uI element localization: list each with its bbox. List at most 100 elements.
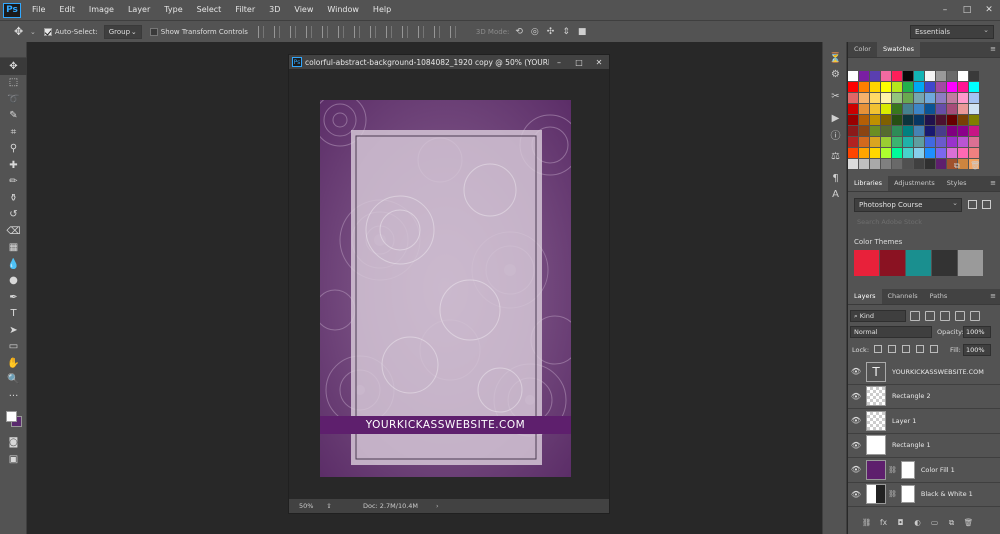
show-transform-checkbox[interactable] (149, 27, 158, 36)
color-swatch[interactable] (881, 104, 891, 114)
tool-preset-chevron-icon[interactable]: ⌄ (30, 28, 36, 36)
3d-scale-icon[interactable]: ■ (578, 27, 587, 37)
panel-menu-icon[interactable]: ≡ (990, 45, 996, 53)
new-group-icon[interactable]: ▭ (926, 518, 943, 528)
doc-close-button[interactable]: ✕ (589, 58, 609, 67)
healing-brush-tool-icon[interactable]: ✚ (0, 157, 27, 174)
type-tool-icon[interactable]: T (0, 306, 27, 323)
filter-adjustment-icon[interactable] (925, 311, 935, 321)
layer-row[interactable]: 👁 Layer 1 (848, 409, 1000, 434)
color-swatch[interactable] (936, 93, 946, 103)
color-swatch[interactable] (947, 93, 957, 103)
tab-color[interactable]: Color (848, 41, 877, 57)
quick-mask-icon[interactable]: ◙ (0, 435, 27, 452)
theme-color-5[interactable] (958, 250, 983, 276)
fill-input[interactable]: 100% (963, 344, 991, 356)
swatch-new-icon[interactable]: ⧉ (954, 161, 960, 171)
color-swatch[interactable] (870, 71, 880, 81)
color-swatch[interactable] (881, 159, 891, 169)
library-dropdown[interactable]: Photoshop Course (854, 197, 962, 212)
color-swatch[interactable] (914, 148, 924, 158)
lock-position-icon[interactable] (902, 345, 910, 353)
character-icon[interactable]: A (823, 186, 848, 202)
lock-transparent-icon[interactable] (874, 345, 882, 353)
panel-menu-icon[interactable]: ≡ (990, 292, 996, 300)
color-swatch[interactable] (859, 115, 869, 125)
status-menu-arrow-icon[interactable]: › (436, 502, 439, 510)
3d-roll-icon[interactable]: ◎ (531, 27, 539, 37)
color-swatch[interactable] (958, 126, 968, 136)
distribute-hcenter-icon[interactable] (418, 25, 424, 38)
filter-shape-icon[interactable] (955, 311, 965, 321)
gradient-tool-icon[interactable]: ▦ (0, 240, 27, 257)
color-swatch[interactable] (925, 82, 935, 92)
eyedropper-tool-icon[interactable]: ⚲ (0, 141, 27, 158)
list-view-icon[interactable] (982, 200, 991, 209)
opacity-input[interactable]: 100% (963, 326, 991, 338)
align-hcenter-icon[interactable] (322, 25, 328, 38)
menu-type[interactable]: Type (157, 0, 189, 20)
blend-mode-dropdown[interactable]: Normal (850, 326, 932, 338)
color-swatch[interactable] (947, 148, 957, 158)
distribute-left-icon[interactable] (402, 25, 408, 38)
color-swatch[interactable] (914, 115, 924, 125)
grid-view-icon[interactable] (968, 200, 977, 209)
brush-tool-icon[interactable]: ✏ (0, 174, 27, 191)
menu-file[interactable]: File (25, 0, 52, 20)
color-swatch[interactable] (925, 104, 935, 114)
tab-adjustments[interactable]: Adjustments (888, 175, 941, 191)
layer-row[interactable]: 👁 Rectangle 2 (848, 384, 1000, 409)
color-swatch[interactable] (892, 159, 902, 169)
color-swatch[interactable] (859, 148, 869, 158)
color-swatch[interactable] (892, 82, 902, 92)
visibility-eye-icon[interactable]: 👁 (848, 490, 864, 499)
align-bottom-icon[interactable] (290, 25, 296, 38)
color-swatch[interactable] (958, 71, 968, 81)
workspace-dropdown[interactable]: Essentials (910, 24, 994, 39)
color-swatch[interactable] (903, 71, 913, 81)
color-swatch[interactable] (914, 82, 924, 92)
share-icon[interactable]: ⇪ (323, 502, 335, 510)
color-swatch[interactable] (958, 148, 968, 158)
layer-filter-kind[interactable]: ⌕ Kind (850, 310, 906, 322)
path-selection-tool-icon[interactable]: ➤ (0, 322, 27, 339)
new-layer-icon[interactable]: ⧉ (943, 518, 960, 528)
theme-color-2[interactable] (880, 250, 905, 276)
marquee-tool-icon[interactable]: ⬚ (0, 75, 27, 92)
toolbar-grip[interactable] (0, 42, 26, 58)
tab-libraries[interactable]: Libraries (848, 175, 889, 191)
color-swatch[interactable] (881, 115, 891, 125)
doc-maximize-button[interactable]: □ (569, 58, 589, 67)
delete-layer-icon[interactable]: 🗑 (960, 518, 977, 528)
color-swatch[interactable] (958, 93, 968, 103)
move-tool-icon[interactable]: ✥ (0, 58, 27, 75)
color-swatch[interactable] (903, 126, 913, 136)
color-swatch[interactable] (881, 148, 891, 158)
color-swatch[interactable] (969, 137, 979, 147)
color-swatch[interactable] (870, 115, 880, 125)
filter-type-icon[interactable] (940, 311, 950, 321)
color-swatch[interactable] (848, 71, 858, 81)
lock-all-icon[interactable] (930, 345, 938, 353)
actions-icon[interactable]: ▶ (823, 110, 848, 126)
color-swatch[interactable] (925, 137, 935, 147)
color-swatch[interactable] (936, 137, 946, 147)
color-swatch[interactable] (936, 115, 946, 125)
color-swatch[interactable] (936, 82, 946, 92)
color-swatch[interactable] (914, 159, 924, 169)
color-swatch[interactable] (903, 104, 913, 114)
artwork-canvas[interactable]: YOURKICKASSWEBSITE.COM (320, 100, 571, 477)
doc-minimize-button[interactable]: – (549, 58, 569, 67)
zoom-level[interactable]: 50% (289, 502, 323, 510)
color-swatch[interactable] (892, 148, 902, 158)
rectangle-tool-icon[interactable]: ▭ (0, 339, 27, 356)
tab-paths[interactable]: Paths (924, 288, 954, 304)
layer-mask-thumbnail[interactable] (900, 460, 915, 479)
clone-stamp-tool-icon[interactable]: ⚱ (0, 190, 27, 207)
menu-layer[interactable]: Layer (121, 0, 157, 20)
color-swatch[interactable] (914, 104, 924, 114)
color-swatch[interactable] (925, 71, 935, 81)
canvas-area[interactable]: YOURKICKASSWEBSITE.COM (289, 69, 609, 500)
color-swatch[interactable] (892, 115, 902, 125)
distribute-right-icon[interactable] (434, 25, 440, 38)
